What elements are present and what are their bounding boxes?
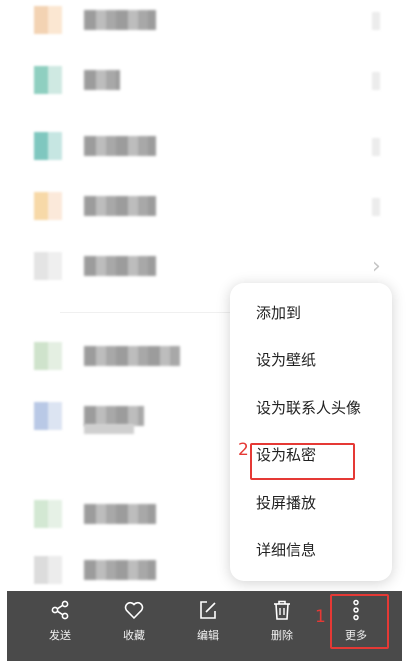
share-icon bbox=[51, 600, 69, 620]
edit-button[interactable]: 编辑 bbox=[178, 599, 238, 643]
list-item[interactable] bbox=[0, 126, 409, 166]
blurred-text bbox=[84, 560, 156, 580]
delete-label: 删除 bbox=[271, 629, 293, 642]
chevron-right-icon: › bbox=[372, 254, 381, 279]
blurred-meta bbox=[372, 138, 380, 156]
blurred-text bbox=[84, 136, 156, 156]
delete-button[interactable]: 删除 bbox=[252, 599, 312, 643]
send-button[interactable]: 发送 bbox=[30, 599, 90, 643]
favorite-label: 收藏 bbox=[123, 629, 145, 642]
thumbnail bbox=[34, 252, 62, 280]
blurred-meta bbox=[372, 198, 380, 216]
menu-item-cast-play[interactable]: 投屏播放 bbox=[256, 488, 316, 518]
favorite-button[interactable]: 收藏 bbox=[104, 599, 164, 643]
step-number-2: 2 bbox=[238, 440, 249, 460]
thumbnail bbox=[34, 6, 62, 34]
edit-icon bbox=[200, 601, 216, 619]
blurred-text bbox=[84, 196, 156, 216]
highlight-box-step1 bbox=[330, 594, 389, 649]
heart-icon bbox=[124, 601, 144, 619]
blurred-text bbox=[84, 256, 156, 276]
edit-label: 编辑 bbox=[197, 629, 219, 642]
menu-item-details[interactable]: 详细信息 bbox=[256, 535, 316, 565]
list-item[interactable] bbox=[0, 60, 409, 100]
blurred-text bbox=[84, 10, 156, 30]
send-label: 发送 bbox=[49, 629, 71, 642]
blurred-text bbox=[84, 424, 134, 434]
divider bbox=[60, 312, 239, 313]
menu-item-set-contact-photo[interactable]: 设为联系人头像 bbox=[256, 393, 361, 423]
thumbnail bbox=[34, 66, 62, 94]
trash-icon bbox=[274, 600, 290, 620]
blurred-text bbox=[84, 504, 156, 524]
thumbnail bbox=[34, 500, 62, 528]
blurred-text bbox=[84, 70, 120, 90]
blurred-meta bbox=[372, 12, 380, 30]
thumbnail bbox=[34, 192, 62, 220]
menu-item-set-wallpaper[interactable]: 设为壁纸 bbox=[256, 345, 316, 375]
thumbnail bbox=[34, 556, 62, 584]
list-item[interactable] bbox=[0, 186, 409, 226]
blurred-text bbox=[84, 346, 180, 366]
list-item[interactable]: › bbox=[0, 246, 409, 286]
step-number-1: 1 bbox=[315, 607, 326, 627]
menu-item-add-to[interactable]: 添加到 bbox=[256, 298, 301, 328]
more-options-menu: 添加到 设为壁纸 设为联系人头像 设为私密 投屏播放 详细信息 bbox=[230, 283, 392, 581]
highlight-box-step2 bbox=[250, 443, 355, 480]
blurred-meta bbox=[372, 72, 380, 90]
thumbnail bbox=[34, 402, 62, 430]
thumbnail bbox=[34, 132, 62, 160]
list-item[interactable] bbox=[0, 0, 409, 40]
thumbnail bbox=[34, 342, 62, 370]
blurred-text bbox=[84, 406, 144, 426]
